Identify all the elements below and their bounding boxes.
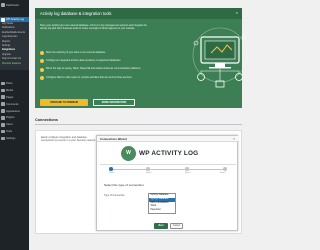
logo-text: WP ACTIVITY LOG — [139, 149, 199, 157]
activity-log-icon — [1, 17, 5, 22]
sidebar-item-plugins[interactable]: Plugins — [0, 114, 29, 121]
sidebar-item-users[interactable]: Users — [0, 121, 29, 128]
wp-activity-log-logo: W WP ACTIVITY LOG — [121, 145, 215, 161]
upgrade-to-premium-button[interactable]: UPGRADE TO PREMIUM — [40, 99, 88, 106]
dashboard-icon — [1, 3, 5, 7]
sidebar-item-dashboard[interactable]: Dashboard — [1, 3, 19, 7]
check-icon — [40, 51, 44, 56]
list-item: Mirror the logs to syslog, Slack, Papert… — [40, 67, 152, 72]
sidebar-submenu: Log Viewer Notifications Enable/Disable … — [0, 22, 29, 70]
settings-icon — [1, 136, 5, 141]
feature-text: Mirror the logs to syslog, Slack, Papert… — [46, 67, 141, 71]
connection-type-select[interactable]: MySQL Database MySQL Database AWS CloudW… — [148, 193, 176, 214]
section-title-connections: Connections — [35, 118, 58, 122]
sidebar-item-label: Pages — [6, 95, 14, 99]
brush-icon — [1, 109, 5, 113]
select-option-papertrail[interactable]: Papertrail — [149, 209, 175, 213]
wrench-icon — [1, 129, 5, 134]
banner-header: Activity log database & integration tool… — [35, 8, 242, 19]
sidebar-item-label: Settings — [6, 137, 16, 141]
sidebar-item-label: Appearance — [6, 109, 20, 113]
step-1-label: Step 1 — [109, 171, 115, 174]
list-item: Store the audit log of your sites on an … — [40, 51, 152, 56]
feature-text: Configure filters to ultra select or exc… — [46, 75, 132, 79]
cancel-button[interactable]: Cancel — [170, 223, 183, 229]
sidebar-item-appearance[interactable]: Appearance — [0, 108, 29, 115]
wizard-steps: Step 1 Step 2 Step 3 Step 4 — [109, 167, 227, 177]
step-1-indicator — [109, 167, 113, 171]
wp-admin-page: Dashboard WP Activity Log Log Viewer Not… — [0, 0, 250, 250]
step-3-label: Step 3 — [185, 171, 191, 174]
sidebar-item-label: Tools — [6, 130, 13, 134]
banner-description: Store your activity log in an external d… — [40, 24, 147, 31]
wizard-header: Connections Wizard × — [97, 136, 239, 142]
divider — [100, 164, 236, 165]
next-button[interactable]: Next — [154, 223, 168, 229]
list-item: Configure filters to ultra select or exc… — [40, 76, 152, 80]
sidebar-item-label: Posts — [6, 81, 13, 85]
step-2-label: Step 2 — [146, 171, 152, 174]
more-information-button[interactable]: MORE INFORMATION — [93, 99, 135, 106]
banner-title: Activity log database & integration tool… — [40, 10, 112, 16]
check-icon — [40, 67, 44, 72]
submenu-item-premium[interactable]: Premium Features — [0, 62, 29, 66]
step-4-indicator — [223, 167, 227, 171]
sidebar-item-tools[interactable]: Tools — [0, 128, 29, 135]
sidebar-item-label: Dashboard — [6, 3, 19, 7]
wizard-question: Select the type of connection — [104, 183, 144, 187]
sidebar-item-posts[interactable]: Posts — [0, 80, 29, 87]
media-icon — [1, 88, 5, 93]
step-2-indicator — [146, 167, 150, 171]
sidebar-item-media[interactable]: Media — [0, 87, 29, 94]
step-3-indicator — [185, 167, 189, 171]
sidebar-item-settings[interactable]: Settings — [0, 135, 29, 142]
check-icon — [40, 59, 44, 64]
sidebar-menu: Posts Media Pages Comments Appearance Pl… — [0, 80, 29, 142]
connection-type-label: Type of Connection — [104, 194, 125, 197]
sidebar-item-comments[interactable]: Comments — [0, 101, 29, 108]
step-4-label: Step 4 — [220, 171, 226, 174]
steps-track — [112, 168, 224, 169]
sidebar-item-pages[interactable]: Pages — [0, 94, 29, 101]
premium-promo-banner: Activity log database & integration tool… — [35, 8, 248, 108]
check-icon — [40, 75, 44, 80]
page-icon — [1, 95, 5, 99]
sidebar-item-label: Users — [6, 123, 13, 127]
feature-text: Configup an integrated archive data repo… — [46, 59, 121, 63]
sidebar-item-label: Media — [6, 88, 14, 92]
comment-icon — [1, 102, 5, 106]
user-icon — [1, 123, 5, 127]
close-icon[interactable]: × — [232, 137, 236, 141]
pin-icon — [1, 81, 5, 86]
integration-illustration-icon — [192, 27, 248, 88]
connections-intro: Easily configure integration and databas… — [41, 136, 96, 143]
connections-wizard-dialog: Connections Wizard × W WP ACTIVITY LOG S… — [96, 135, 239, 231]
admin-sidebar: Dashboard WP Activity Log Log Viewer Not… — [0, 0, 29, 250]
sidebar-item-label: Plugins — [6, 116, 15, 120]
divider — [35, 124, 242, 125]
wizard-title: Connections Wizard — [100, 137, 127, 141]
list-item: Configup an integrated archive data repo… — [40, 59, 152, 64]
feature-text: Store the audit log of your sites on an … — [46, 51, 106, 54]
sidebar-item-label: Comments — [6, 102, 19, 106]
logo-mark-icon: W — [121, 145, 136, 161]
feature-list: Store the audit log of your sites on an … — [40, 51, 152, 84]
close-icon[interactable]: × — [236, 10, 238, 15]
sidebar-item-label: WP Activity Log — [6, 18, 24, 21]
plugin-icon — [1, 116, 5, 120]
